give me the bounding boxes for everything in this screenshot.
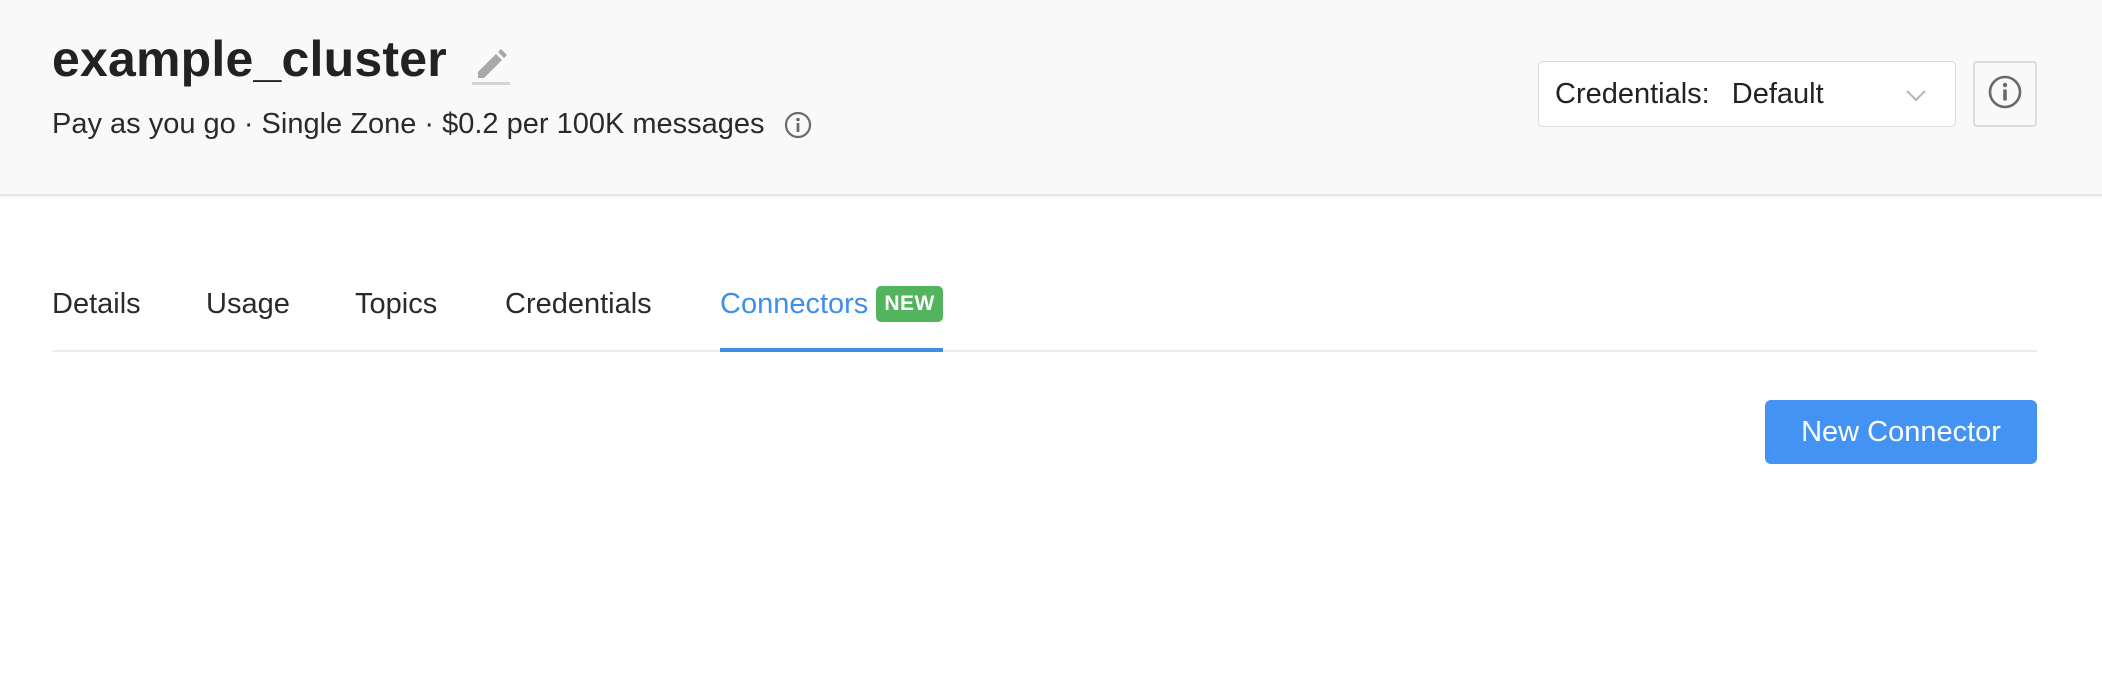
pencil-icon[interactable] <box>470 42 512 86</box>
tab-label: Usage <box>206 288 290 320</box>
tab-usage[interactable]: Usage <box>206 280 290 352</box>
tab-topics[interactable]: Topics <box>355 280 437 352</box>
tab-credentials[interactable]: Credentials <box>505 280 652 352</box>
plan-summary: Pay as you go · Single Zone · $0.2 per 1… <box>52 108 765 140</box>
cluster-header: example_cluster Pay as you go · Single Z… <box>0 0 2102 196</box>
credentials-label: Credentials: <box>1555 77 1710 110</box>
tab-details[interactable]: Details <box>52 280 141 352</box>
cluster-name: example_cluster <box>52 31 447 87</box>
credentials-value: Default <box>1731 77 1824 110</box>
tab-label: Topics <box>355 288 438 320</box>
new-badge: NEW <box>876 286 943 322</box>
tab-label: Connectors <box>720 288 869 320</box>
tab-label: Details <box>52 288 141 320</box>
tab-bar: Details Usage Topics Credentials Connect… <box>52 280 2037 352</box>
info-icon[interactable] <box>783 110 813 140</box>
tab-label: Credentials <box>505 288 652 320</box>
plan-summary-row: Pay as you go · Single Zone · $0.2 per 1… <box>52 108 813 141</box>
info-icon <box>1987 74 2023 115</box>
chevron-down-icon <box>1903 82 1929 108</box>
new-connector-button[interactable]: New Connector <box>1765 400 2037 464</box>
info-button[interactable] <box>1973 61 2037 127</box>
tab-connectors[interactable]: Connectors NEW <box>720 280 943 352</box>
credentials-select[interactable]: Credentials: Default <box>1538 61 1956 127</box>
